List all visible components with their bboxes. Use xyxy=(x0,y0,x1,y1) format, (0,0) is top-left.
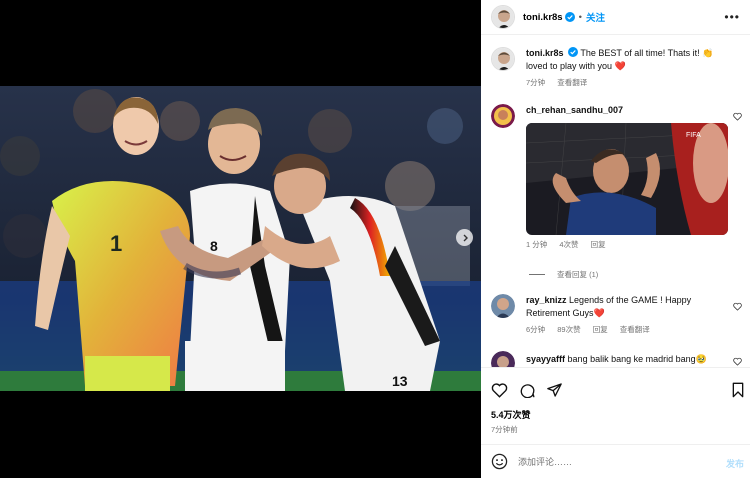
comment-item: ch_rehan_sandhu_007 FIFA 1 分钟 4次赞 回复 xyxy=(491,104,746,250)
svg-text:FIFA: FIFA xyxy=(686,132,701,139)
comment-like-icon[interactable] xyxy=(733,112,742,121)
comment-likes[interactable]: 89次赞 xyxy=(557,325,580,334)
commenter-username[interactable]: ch_rehan_sandhu_007 xyxy=(526,105,623,115)
post-sidebar: toni.kr8s • 关注 ••• toni.kr8s The BEST of… xyxy=(481,0,750,478)
view-replies-label: 查看回复 (1) xyxy=(557,270,599,279)
more-icon[interactable]: ••• xyxy=(724,10,740,24)
comment-time: 6分钟 xyxy=(526,325,546,334)
commenter-avatar[interactable] xyxy=(491,351,515,367)
svg-text:8: 8 xyxy=(210,238,218,254)
comment-image[interactable]: FIFA xyxy=(526,123,728,235)
commenter-avatar[interactable] xyxy=(491,294,515,318)
post-header: toni.kr8s • 关注 ••• xyxy=(481,0,750,35)
like-count[interactable]: 5.4万次赞 xyxy=(491,408,531,421)
commenter-avatar[interactable] xyxy=(491,104,515,128)
chevron-right-icon xyxy=(463,234,468,241)
send-icon[interactable] xyxy=(546,382,563,398)
view-replies-link[interactable]: 查看回复 (1) xyxy=(529,269,598,280)
emoji-icon[interactable] xyxy=(491,453,508,470)
post-comment-button[interactable]: 发布 xyxy=(726,457,744,470)
comment-likes[interactable]: 4次赞 xyxy=(559,240,578,249)
comment-time: 1 分钟 xyxy=(526,240,548,249)
author-avatar[interactable] xyxy=(491,5,515,29)
comment-icon[interactable] xyxy=(519,382,536,398)
action-bar xyxy=(481,367,750,444)
author-avatar-caption[interactable] xyxy=(491,47,515,71)
replies-divider xyxy=(529,274,545,275)
commenter-username[interactable]: ray_knizz xyxy=(526,295,567,305)
comment-input[interactable] xyxy=(518,456,708,467)
post-media-panel: 1 8 13 xyxy=(0,0,481,478)
post-caption: toni.kr8s The BEST of all time! Thats it… xyxy=(491,47,741,88)
post-photo[interactable]: 1 8 13 xyxy=(0,86,481,391)
svg-text:1: 1 xyxy=(110,231,122,256)
verified-badge-icon xyxy=(568,47,579,57)
comment-reply-button[interactable]: 回复 xyxy=(591,240,606,249)
comment-composer: 发布 xyxy=(481,444,750,478)
comment-text: bang balik bang ke madrid bang🥹 xyxy=(567,354,707,364)
comment-translate-link[interactable]: 查看翻译 xyxy=(620,325,650,334)
comment-item: ray_knizz Legends of the GAME ! Happy Re… xyxy=(491,294,746,335)
bookmark-icon[interactable] xyxy=(731,382,745,398)
commenter-username[interactable]: syayyafff xyxy=(526,354,565,364)
author-username[interactable]: toni.kr8s xyxy=(523,12,563,23)
svg-text:13: 13 xyxy=(392,373,408,389)
comment-like-icon[interactable] xyxy=(733,357,742,366)
verified-badge-icon xyxy=(564,12,575,22)
caption-username[interactable]: toni.kr8s xyxy=(526,48,564,58)
caption-translate-link[interactable]: 查看翻译 xyxy=(557,78,587,87)
heart-icon[interactable] xyxy=(491,382,508,398)
follow-button[interactable]: 关注 xyxy=(586,10,605,24)
comment-reply-button[interactable]: 回复 xyxy=(593,325,608,334)
caption-time: 7分钟 xyxy=(526,78,546,87)
next-slide-button[interactable] xyxy=(456,229,473,246)
post-timestamp: 7分钟前 xyxy=(491,425,518,434)
comment-item: syayyafff bang balik bang ke madrid bang… xyxy=(491,351,746,367)
comment-like-icon[interactable] xyxy=(733,302,742,311)
separator-dot: • xyxy=(578,11,582,23)
